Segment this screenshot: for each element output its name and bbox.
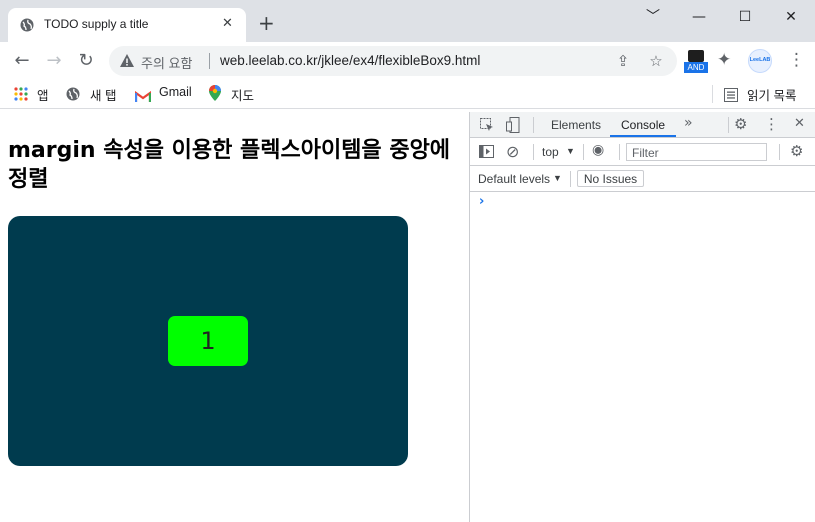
new-tab-button[interactable]: + — [258, 13, 275, 33]
bookmarks-bar: 앱 새 탭 Gmail 지도 읽기 목록 — [0, 80, 815, 109]
url-text[interactable]: web.leelab.co.kr/jklee/ex4/flexibleBox9.… — [220, 53, 480, 68]
globe-icon — [20, 18, 34, 32]
maximize-button[interactable]: ☐ — [722, 6, 768, 28]
security-status[interactable]: 주의 요함 — [141, 53, 192, 72]
close-devtools-icon[interactable]: ✕ — [794, 116, 805, 131]
tab-search-icon[interactable]: ﹀ — [630, 6, 676, 28]
default-levels-dropdown[interactable]: Default levels — [478, 172, 550, 186]
tab-close-icon[interactable]: ✕ — [222, 16, 233, 32]
active-tab-indicator — [610, 135, 676, 137]
maps-pin-icon — [209, 85, 221, 105]
flex-item: 1 — [168, 316, 248, 366]
devtools-panel: Elements Console » ⚙ ⋮ ✕ ⊘ top ▼ ◉ ⚙ Fil… — [469, 112, 815, 522]
minimize-button[interactable]: — — [676, 6, 722, 28]
share-icon[interactable]: ⇪ — [614, 52, 632, 70]
page-title: margin 속성을 이용한 플렉스아이템을 중앙에 정렬 — [8, 138, 451, 192]
extension-and-badge: AND — [684, 62, 708, 73]
reading-list-button[interactable]: 읽기 목록 — [747, 85, 796, 104]
devtools-divider — [583, 144, 584, 160]
omnibox-divider — [209, 53, 210, 69]
bookmark-new-tab[interactable]: 새 탭 — [90, 85, 116, 104]
tab-elements[interactable]: Elements — [551, 118, 601, 132]
bookmark-apps[interactable]: 앱 — [37, 85, 49, 104]
sidebar-toggle-icon[interactable] — [479, 145, 494, 158]
bookmark-maps[interactable]: 지도 — [231, 85, 254, 104]
leelab-profile-avatar[interactable]: LeeLAB — [748, 49, 772, 73]
back-button[interactable]: ← — [10, 50, 34, 74]
bookmarks-divider — [712, 85, 713, 103]
settings-gear-icon[interactable]: ⚙ — [734, 115, 747, 133]
reading-list-icon — [724, 87, 738, 106]
devtools-tab-bar: Elements Console » ⚙ ⋮ ✕ — [470, 112, 815, 138]
flex-container: 1 — [8, 216, 408, 466]
devtools-divider — [619, 144, 620, 160]
no-issues-button[interactable]: No Issues — [577, 170, 644, 187]
inspect-element-icon[interactable] — [480, 118, 494, 132]
devtools-divider — [570, 171, 571, 187]
extension-and-graphic — [688, 50, 704, 62]
browser-tab[interactable]: TODO supply a title ✕ — [8, 8, 246, 42]
bookmark-star-icon[interactable]: ☆ — [647, 52, 665, 70]
browser-menu-icon[interactable]: ⋮ — [788, 50, 805, 70]
globe-icon — [66, 86, 80, 105]
bookmark-gmail[interactable]: Gmail — [159, 85, 192, 99]
clear-console-icon[interactable]: ⊘ — [506, 142, 519, 161]
console-settings-gear-icon[interactable]: ⚙ — [790, 142, 803, 160]
apps-grid-icon[interactable] — [14, 86, 28, 105]
tab-title: TODO supply a title — [44, 17, 149, 31]
close-window-button[interactable]: ✕ — [768, 6, 814, 28]
levels-dropdown-icon[interactable]: ▼ — [553, 173, 562, 183]
more-tabs-icon[interactable]: » — [684, 115, 693, 131]
leelab-avatar-label: LeeLAB — [749, 57, 771, 63]
devtools-divider — [533, 144, 534, 160]
devtools-divider — [779, 144, 780, 160]
warning-icon[interactable] — [119, 53, 135, 69]
console-filter-input[interactable]: Filter — [626, 143, 767, 161]
devtools-divider — [728, 117, 729, 133]
devtools-menu-icon[interactable]: ⋮ — [764, 115, 779, 133]
context-selector[interactable]: top — [542, 145, 559, 159]
extension-and-icon[interactable]: AND — [684, 48, 708, 76]
context-dropdown-icon[interactable]: ▼ — [566, 146, 575, 156]
address-bar[interactable]: 주의 요함 web.leelab.co.kr/jklee/ex4/flexibl… — [109, 46, 677, 76]
page-viewport: margin 속성을 이용한 플렉스아이템을 중앙에 정렬 1 — [0, 112, 469, 522]
devtools-divider — [533, 117, 534, 133]
gmail-icon — [134, 88, 152, 107]
console-prompt[interactable]: › — [479, 194, 484, 209]
title-bar: TODO supply a title ✕ + ﹀ — ☐ ✕ — [0, 0, 815, 42]
extensions-puzzle-icon[interactable]: ✦ — [717, 50, 731, 70]
tab-console[interactable]: Console — [621, 118, 665, 132]
reload-button[interactable]: ↻ — [74, 50, 98, 74]
device-toolbar-icon[interactable] — [506, 117, 520, 133]
live-expression-eye-icon[interactable]: ◉ — [592, 142, 604, 158]
forward-button[interactable]: → — [42, 50, 66, 74]
